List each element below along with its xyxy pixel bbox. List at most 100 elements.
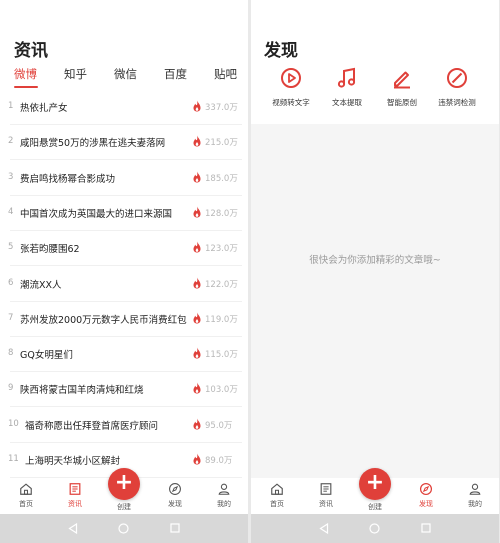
nav-news[interactable]: 资讯 [57,482,93,509]
tool-label: 违禁词检测 [438,98,476,107]
bottom-nav: 首页 资讯 + 创建 发现 我的 [251,468,499,514]
recents-icon[interactable] [421,523,431,533]
nav-home[interactable]: 首页 [259,482,295,509]
active-tab-indicator [14,86,38,88]
nav-news-label: 资讯 [319,500,333,508]
flame-icon [193,418,201,430]
nav-news-label: 资讯 [68,500,82,508]
user-icon [469,483,481,495]
headline-text: 上海明天华城小区解封 [25,456,121,467]
rank-number: 6 [8,277,14,288]
discover-screen: 发现 视频转文字 文本提取 智能原创 违禁词检测 很快会为你添加精彩的文章哦~ … [251,0,499,543]
flame-icon [193,100,201,112]
nav-create-label: 创建 [368,503,382,511]
list-item[interactable]: 2 咸阳悬赏50万的涉黑在逃夫妻落网 215.0万 [0,125,248,161]
tab-zhihu[interactable]: 知乎 [64,66,87,82]
hot-value: 215.0万 [205,138,238,149]
headline-text: 中国首次成为英国最大的进口来源国 [20,208,173,220]
hot-value: 95.0万 [205,420,233,431]
headline-text: 咸阳悬赏50万的涉黑在逃夫妻落网 [20,138,166,150]
nav-mine-label: 我的 [217,500,231,508]
prohibited-icon [447,68,467,88]
news-icon [320,483,332,495]
headline-text: GQ女明星们 [20,350,73,362]
flame-icon [193,241,201,253]
list-item[interactable]: 9 陕西将蒙古国羊肉清炖和红烧 103.0万 [0,372,248,408]
create-fab-button[interactable]: + [108,468,140,500]
tool-text-extract[interactable]: 文本提取 [317,66,377,108]
list-item[interactable]: 10 福奇称愿出任拜登首席医疗顾问 95.0万 [0,408,248,443]
rank-number: 5 [8,242,14,253]
tool-smart-original[interactable]: 智能原创 [372,66,432,108]
headline-text: 潮流XX人 [20,279,62,291]
headline-text: 福奇称愿出任拜登首席医疗顾问 [25,420,159,432]
back-icon[interactable] [319,523,329,534]
nav-mine[interactable]: 我的 [457,482,493,509]
rank-number: 7 [8,312,14,323]
list-item[interactable]: 6 潮流XX人 122.0万 [0,267,248,302]
rank-number: 2 [8,136,14,147]
nav-create[interactable]: + 创建 [106,468,142,512]
nav-mine-label: 我的 [468,500,482,508]
home-circle-icon[interactable] [369,523,380,534]
user-icon [218,483,230,495]
nav-mine[interactable]: 我的 [206,482,242,509]
flame-icon [193,453,201,465]
rank-number: 4 [8,206,14,217]
recents-icon[interactable] [170,523,180,533]
nav-discover-label: 发现 [419,500,433,508]
tool-label: 视频转文字 [272,98,310,107]
nav-home-label: 首页 [19,500,33,508]
headline-text: 热依扎产女 [20,103,68,114]
headline-text: 陕西将蒙古国羊肉清炖和红烧 [20,385,144,397]
tool-banned-word-check[interactable]: 违禁词检测 [427,66,487,108]
news-icon [69,483,81,495]
nav-create-label: 创建 [117,503,131,511]
back-icon[interactable] [68,523,78,534]
news-screen: 资讯 微博 知乎 微信 百度 贴吧 1 热依扎产女 337.0万 2 咸阳悬赏50万的涉… [0,0,248,543]
tab-weibo[interactable]: 微博 [14,66,37,82]
headline-text: 费启鸣找杨幂合影成功 [20,173,116,185]
hot-value: 337.0万 [205,103,238,113]
tool-label: 智能原创 [387,98,417,107]
tab-weixin[interactable]: 微信 [114,66,137,82]
rank-number: 1 [8,101,14,111]
tab-tieba[interactable]: 贴吧 [214,66,237,82]
list-item[interactable]: 4 中国首次成为英国最大的进口来源国 128.0万 [0,196,248,231]
flame-icon [193,206,201,218]
flame-icon [193,347,201,359]
compass-icon [419,482,433,496]
nav-home[interactable]: 首页 [8,482,44,509]
rank-number: 11 [8,454,19,464]
headline-text: 张若昀腰围62 [20,244,80,256]
tool-grid: 视频转文字 文本提取 智能原创 违禁词检测 [251,66,499,122]
list-item[interactable]: 7 苏州发放2000万元数字人民币消费红包 119.0万 [0,302,248,337]
rank-number: 10 [8,418,19,429]
rank-number: 3 [8,171,14,182]
hot-value: 123.0万 [205,244,238,255]
nav-create[interactable]: + 创建 [357,468,393,512]
list-item[interactable]: 8 GQ女明星们 115.0万 [0,337,248,373]
nav-news[interactable]: 资讯 [308,482,344,509]
list-item[interactable]: 5 张若昀腰围62 123.0万 [0,231,248,267]
compass-icon [169,483,181,495]
list-item[interactable]: 3 费启鸣找杨幂合影成功 185.0万 [0,161,248,196]
play-circle-icon [281,68,301,88]
tab-baidu[interactable]: 百度 [164,66,187,82]
home-icon [271,483,283,495]
pencil-icon [394,71,410,89]
create-fab-button[interactable]: + [359,468,391,500]
tool-label: 文本提取 [332,98,362,107]
nav-discover[interactable]: 发现 [157,482,193,509]
hot-value: 185.0万 [205,173,238,184]
home-icon [20,483,32,495]
tool-video-to-text[interactable]: 视频转文字 [261,66,321,108]
system-nav-bar [0,514,248,543]
flame-icon [193,312,201,324]
article-area: 很快会为你添加精彩的文章哦~ [251,124,499,478]
home-circle-icon[interactable] [118,523,129,534]
list-item[interactable]: 1 热依扎产女 337.0万 [0,90,248,125]
headline-text: 苏州发放2000万元数字人民币消费红包 [20,314,187,326]
nav-discover[interactable]: 发现 [408,482,444,509]
rank-number: 9 [8,383,14,394]
